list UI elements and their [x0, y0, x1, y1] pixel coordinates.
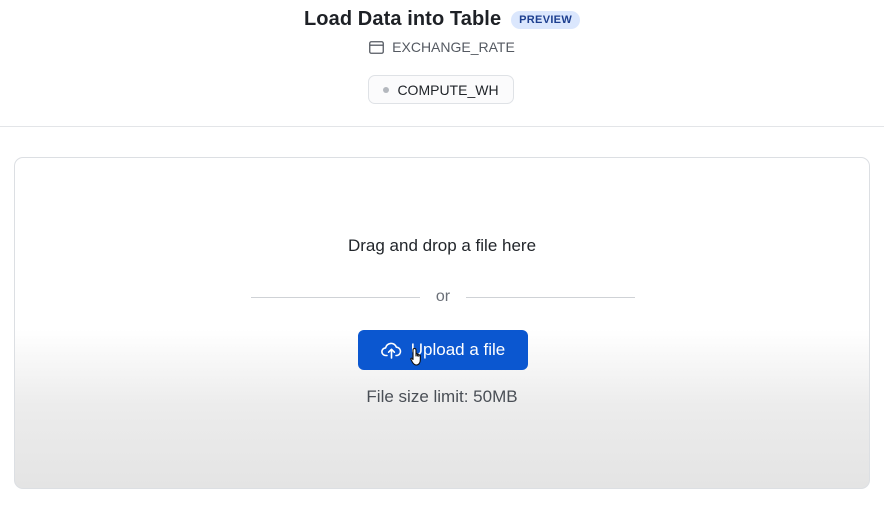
file-dropzone[interactable]: Drag and drop a file here or Upload a fi… [14, 157, 870, 489]
or-label: or [435, 288, 451, 305]
or-divider: or [251, 288, 636, 306]
hand-cursor-icon [410, 347, 421, 366]
upload-file-button[interactable]: Upload a file [358, 330, 528, 370]
title-row: Load Data into Table PREVIEW [0, 8, 884, 31]
status-dot-icon [383, 86, 390, 93]
table-icon [369, 40, 385, 54]
warehouse-selector[interactable]: COMPUTE_WH [368, 75, 514, 104]
warehouse-name: COMPUTE_WH [397, 81, 499, 98]
target-table: EXCHANGE_RATE [0, 39, 884, 55]
dialog-header: Load Data into Table PREVIEW EXCHANGE_RA… [0, 0, 884, 127]
page-title: Load Data into Table [303, 8, 502, 30]
divider-line-left [251, 296, 420, 298]
cloud-upload-icon [380, 342, 402, 359]
table-name: EXCHANGE_RATE [392, 39, 515, 55]
file-size-limit: File size limit: 50MB [366, 387, 518, 406]
drag-drop-text: Drag and drop a file here [347, 236, 537, 255]
divider-line-right [466, 296, 636, 298]
preview-badge: PREVIEW [511, 10, 581, 29]
